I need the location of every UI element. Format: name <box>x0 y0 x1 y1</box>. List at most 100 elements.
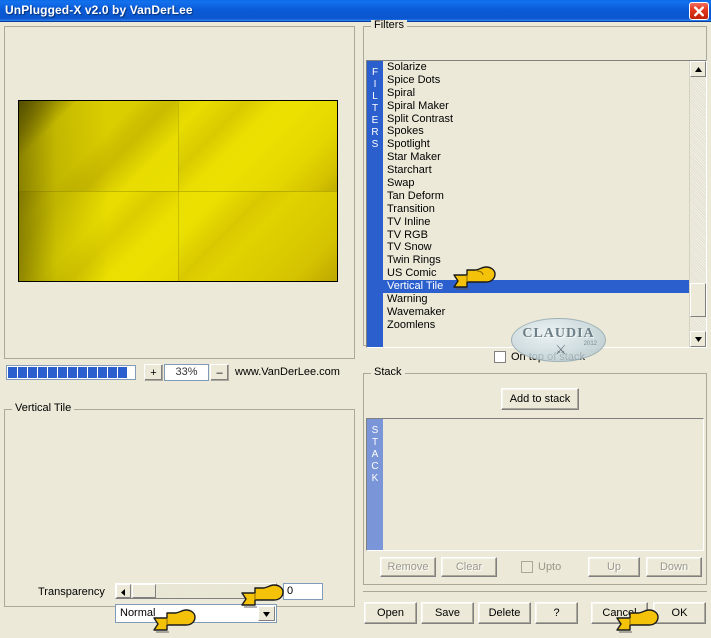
filter-parameters-group: Vertical Tile <box>4 403 355 607</box>
triangle-left-icon[interactable] <box>116 584 131 598</box>
triangle-down-icon[interactable] <box>690 331 706 347</box>
on-top-of-stack-label: On top of stack <box>511 351 585 363</box>
filter-list-item[interactable]: Spice Dots <box>383 74 689 87</box>
close-icon <box>694 6 704 17</box>
stack-remove-button[interactable]: Remove <box>380 557 436 577</box>
stack-group-title: Stack <box>371 367 405 378</box>
transparency-slider-thumb[interactable] <box>132 584 156 598</box>
open-button[interactable]: Open <box>364 602 417 624</box>
zoom-out-button[interactable]: – <box>210 364 229 381</box>
render-progress-bar <box>6 365 136 380</box>
progress-block <box>88 367 97 378</box>
side-label-char: L <box>372 91 378 102</box>
side-label-char: S <box>371 139 379 150</box>
dialog-client-area: + 33% – www.VanDerLee.com Vertical Tile … <box>0 20 711 633</box>
zoom-in-button[interactable]: + <box>144 364 163 381</box>
stack-listbox[interactable]: STACK <box>366 418 704 551</box>
stack-up-button[interactable]: Up <box>588 557 640 577</box>
triangle-up-icon[interactable] <box>690 61 706 77</box>
filter-list-item[interactable]: Star Maker <box>383 151 689 164</box>
delete-button[interactable]: Delete <box>478 602 531 624</box>
filter-preview-image[interactable] <box>18 100 338 282</box>
blend-mode-combobox[interactable]: Normal <box>115 604 277 623</box>
side-label-char: A <box>371 449 379 460</box>
filter-list-item[interactable]: Twin Rings <box>383 254 689 267</box>
filters-group-title: Filters <box>371 20 407 31</box>
checkbox-box[interactable] <box>521 561 533 573</box>
window-titlebar[interactable]: UnPlugged-X v2.0 by VanDerLee <box>0 0 711 22</box>
checkbox-box[interactable] <box>494 351 506 363</box>
filter-list-item[interactable]: Wavemaker <box>383 306 689 319</box>
progress-block <box>68 367 77 378</box>
ok-button[interactable]: OK <box>653 602 706 624</box>
filter-list-item[interactable]: Swap <box>383 177 689 190</box>
filter-parameters-title: Vertical Tile <box>12 403 75 414</box>
chevron-down-icon[interactable] <box>258 606 275 621</box>
side-label-char: S <box>371 425 379 436</box>
filter-list-item[interactable]: US Comic <box>383 267 689 280</box>
progress-block <box>38 367 47 378</box>
progress-block <box>108 367 117 378</box>
bottom-separator <box>363 591 707 592</box>
progress-block <box>28 367 37 378</box>
add-to-stack-button[interactable]: Add to stack <box>501 388 579 410</box>
side-label-char: F <box>371 67 379 78</box>
side-label-char: K <box>371 473 379 484</box>
side-label-char: T <box>371 437 379 448</box>
filter-list-item[interactable]: Transition <box>383 203 689 216</box>
side-label-char: I <box>373 79 377 90</box>
stack-list-items[interactable] <box>383 419 703 550</box>
filter-list-item[interactable]: Zoomlens <box>383 319 689 332</box>
progress-block <box>118 367 127 378</box>
filters-side-label: FILTERS <box>367 61 383 347</box>
preview-panel <box>4 26 355 359</box>
transparency-slider[interactable] <box>115 583 277 599</box>
filter-list-item[interactable]: TV RGB <box>383 229 689 242</box>
filters-listbox[interactable]: FILTERS Solarize Spice Dots Spiral Spiral M… <box>366 60 707 348</box>
filter-list-item[interactable]: Solarize <box>383 61 689 74</box>
filter-list-item[interactable]: Split Contrast <box>383 113 689 126</box>
upto-checkbox[interactable]: Upto <box>521 561 561 573</box>
window-title: UnPlugged-X v2.0 by VanDerLee <box>5 3 193 17</box>
filter-list-item[interactable]: TV Snow <box>383 241 689 254</box>
filter-list-item[interactable]: Starchart <box>383 164 689 177</box>
side-label-char: C <box>371 461 379 472</box>
filters-list-items[interactable]: Solarize Spice Dots Spiral Spiral Maker Spli… <box>383 61 689 347</box>
filters-scrollbar[interactable] <box>689 61 706 347</box>
progress-block <box>18 367 27 378</box>
filter-list-item[interactable]: Spokes <box>383 125 689 138</box>
filter-list-item[interactable]: Warning <box>383 293 689 306</box>
stack-side-label: STACK <box>367 419 383 550</box>
cancel-button[interactable]: Cancel <box>591 602 648 624</box>
preview-seam-vertical <box>178 101 179 281</box>
side-label-char: E <box>371 115 379 126</box>
upto-label: Upto <box>538 561 562 573</box>
close-button[interactable] <box>689 2 709 20</box>
transparency-label: Transparency <box>38 586 105 598</box>
progress-block <box>48 367 57 378</box>
zoom-level-value[interactable]: 33% <box>164 364 209 381</box>
save-button[interactable]: Save <box>421 602 474 624</box>
stack-down-button[interactable]: Down <box>646 557 702 577</box>
help-button[interactable]: ? <box>535 602 578 624</box>
filter-list-item[interactable]: Spiral Maker <box>383 100 689 113</box>
stack-clear-button[interactable]: Clear <box>441 557 497 577</box>
transparency-value-field[interactable]: 0 <box>283 583 323 600</box>
filter-list-item[interactable]: Vertical Tile <box>383 280 689 294</box>
preview-tile-bottom-right <box>178 191 337 281</box>
filter-list-item[interactable]: TV Inline <box>383 216 689 229</box>
progress-block <box>58 367 67 378</box>
progress-block <box>78 367 87 378</box>
website-label[interactable]: www.VanDerLee.com <box>235 366 340 378</box>
blend-mode-value: Normal <box>120 607 156 619</box>
filter-list-item[interactable]: Spotlight <box>383 138 689 151</box>
zoom-toolbar: + 33% – www.VanDerLee.com <box>4 363 355 383</box>
preview-tile-top-right <box>178 101 337 191</box>
on-top-of-stack-checkbox[interactable]: On top of stack <box>494 351 585 363</box>
filters-scrollbar-thumb[interactable] <box>690 283 706 317</box>
progress-block <box>98 367 107 378</box>
side-label-char: R <box>371 127 379 138</box>
filter-list-item[interactable]: Tan Deform <box>383 190 689 203</box>
filter-list-item[interactable]: Spiral <box>383 87 689 100</box>
progress-block <box>8 367 17 378</box>
